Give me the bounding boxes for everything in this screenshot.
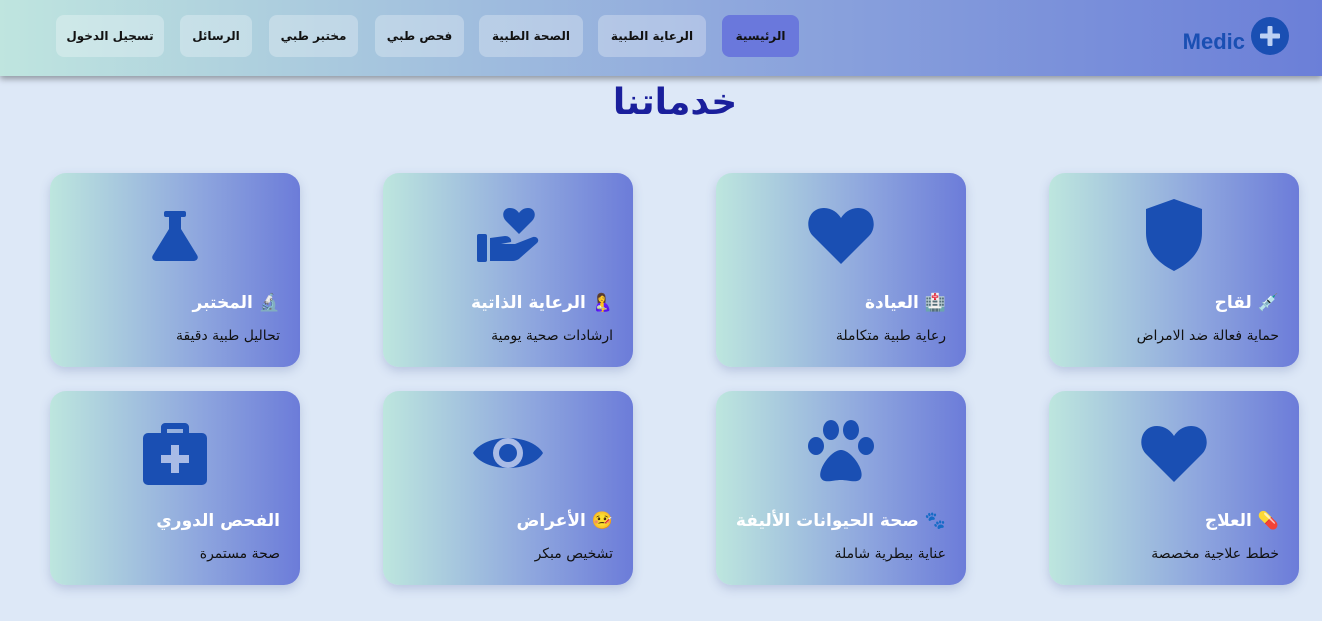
card-title: العلاج bbox=[1204, 511, 1252, 531]
card-title: الفحص الدوري bbox=[156, 511, 280, 531]
card-title: المختبر bbox=[192, 293, 253, 313]
shield-icon bbox=[1049, 197, 1299, 273]
medkit-icon bbox=[50, 415, 300, 491]
top-navbar: Medic الرئيسية الرعاية الطبية الصحة الطب… bbox=[0, 0, 1322, 76]
nav-messages[interactable]: الرسائل bbox=[180, 15, 252, 57]
card-description: صحة مستمرة bbox=[199, 546, 280, 562]
paw-emoji-icon: 🐾 bbox=[924, 511, 946, 531]
card-description: تحاليل طبية دقيقة bbox=[175, 328, 280, 344]
service-card-lab[interactable]: 🔬 المختبر تحاليل طبية دقيقة bbox=[50, 173, 300, 367]
service-card-symptoms[interactable]: 🤒 الأعراض تشخيص مبكر bbox=[383, 391, 633, 585]
plus-circle-icon bbox=[1251, 17, 1289, 55]
service-card-checkup[interactable]: الفحص الدوري صحة مستمرة bbox=[50, 391, 300, 585]
pill-emoji-icon: 💊 bbox=[1257, 511, 1279, 531]
card-title: العيادة bbox=[864, 293, 919, 313]
eye-icon bbox=[383, 415, 633, 491]
nav-home[interactable]: الرئيسية bbox=[722, 15, 799, 57]
sick-face-emoji-icon: 🤒 bbox=[591, 511, 613, 531]
nursing-emoji-icon: 🤱 bbox=[591, 293, 613, 313]
service-card-self-care[interactable]: 🤱 الرعاية الذاتية ارشادات صحية يومية bbox=[383, 173, 633, 367]
card-description: عناية بيطرية شاملة bbox=[834, 546, 946, 562]
nav-medical-exam[interactable]: فحص طبي bbox=[375, 15, 464, 57]
nav-medical-care[interactable]: الرعاية الطبية bbox=[598, 15, 706, 57]
card-description: خطط علاجية مخصصة bbox=[1151, 546, 1279, 562]
flask-icon bbox=[50, 197, 300, 273]
nav-medical-lab[interactable]: مختبر طبي bbox=[269, 15, 358, 57]
paw-icon bbox=[716, 415, 966, 491]
service-card-clinic[interactable]: 🏥 العيادة رعاية طبية متكاملة bbox=[716, 173, 966, 367]
card-title: صحة الحيوانات الأليفة bbox=[735, 511, 919, 531]
brand-logo[interactable]: Medic bbox=[1183, 16, 1289, 56]
card-description: رعاية طبية متكاملة bbox=[835, 328, 946, 344]
microscope-emoji-icon: 🔬 bbox=[258, 293, 280, 313]
card-title: الأعراض bbox=[516, 511, 586, 531]
card-title: الرعاية الذاتية bbox=[470, 293, 586, 313]
hospital-emoji-icon: 🏥 bbox=[924, 293, 946, 313]
syringe-emoji-icon: 💉 bbox=[1257, 293, 1279, 313]
service-card-pet-health[interactable]: 🐾 صحة الحيوانات الأليفة عناية بيطرية شام… bbox=[716, 391, 966, 585]
card-description: حماية فعالة ضد الامراض bbox=[1136, 328, 1279, 344]
heart-icon bbox=[716, 197, 966, 273]
card-description: تشخيص مبكر bbox=[534, 546, 613, 562]
page-title: خدماتنا bbox=[612, 82, 738, 123]
nav-login[interactable]: تسجيل الدخول bbox=[56, 15, 164, 57]
service-card-vaccine[interactable]: 💉 لقاح حماية فعالة ضد الامراض bbox=[1049, 173, 1299, 367]
service-card-treatment[interactable]: 💊 العلاج خطط علاجية مخصصة bbox=[1049, 391, 1299, 585]
nav-medical-health[interactable]: الصحة الطبية bbox=[479, 15, 583, 57]
brand-name: Medic bbox=[1182, 29, 1245, 54]
hand-holding-heart-icon bbox=[383, 197, 633, 273]
heart-icon bbox=[1049, 415, 1299, 491]
card-description: ارشادات صحية يومية bbox=[491, 328, 613, 344]
card-title: لقاح bbox=[1214, 293, 1252, 313]
